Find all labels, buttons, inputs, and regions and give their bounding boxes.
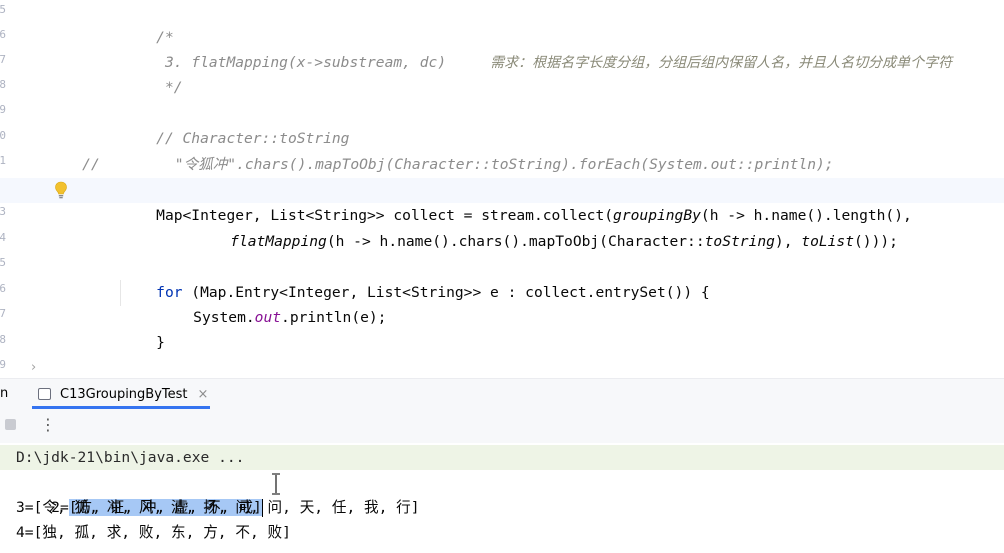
close-icon[interactable]: × (198, 387, 209, 402)
comment: toString (490, 156, 562, 173)
line-number: 7 (0, 53, 6, 66)
line-number: 8 (0, 78, 6, 91)
line-number: 9 (0, 358, 6, 371)
fold-chevron-icon[interactable]: › (31, 360, 36, 375)
line-number: 6 (0, 282, 6, 295)
run-tool-window-header: n C13GroupingByTest × (0, 378, 1004, 410)
console-command-line: D:\jdk-21\bin\java.exe ... (0, 445, 1004, 470)
tab-label: C13GroupingByTest (60, 386, 188, 402)
code-editor[interactable]: 5 6 7 8 9 0 1 2 3 4 5 6 7 8 9 /* 3. flat… (0, 0, 1004, 378)
comment: (System.out::println); (640, 156, 834, 173)
code-line[interactable]: flatMapping(h -> h.name().chars().mapToO… (195, 204, 898, 250)
code-line[interactable]: // "令狐冲".chars().mapToObj(Character::toSt… (47, 127, 833, 173)
method-call: flatMapping (230, 233, 327, 250)
code-line[interactable]: } (121, 305, 165, 351)
comment-note: 需求：根据名字长度分组，分组后组内保留人名，并且人名切分成单个字符 (490, 55, 953, 71)
comment: */ (156, 79, 183, 96)
line-number: 5 (0, 3, 6, 16)
code-line[interactable]: /* (121, 0, 174, 46)
code-text: .println(e); (281, 309, 387, 326)
code-text: (h -> h.name().chars().mapToObj(Characte… (326, 233, 705, 250)
line-number: 6 (0, 28, 6, 41)
comment: ). (561, 156, 579, 173)
lightbulb-icon[interactable] (54, 181, 68, 199)
stop-icon[interactable] (5, 419, 16, 430)
line-number: 4 (0, 231, 6, 244)
code-text: ())); (854, 233, 898, 250)
line-number: 0 (0, 129, 6, 142)
console-output-line[interactable]: 4=[独, 孤, 求, 败, 东, 方, 不, 败] (16, 520, 291, 545)
console-output[interactable]: D:\jdk-21\bin\java.exe ... 2=[方, 证, 冲, 虚… (0, 443, 1004, 553)
text-cursor-icon (272, 473, 280, 495)
line-number: 9 (0, 103, 6, 116)
code-line[interactable]: System.out.println(e); (158, 280, 386, 326)
code-line[interactable]: 3. flatMapping(x->substream, dc) 需求：根据名字长… (121, 25, 952, 71)
method-call: toList (801, 233, 854, 250)
more-options-icon[interactable]: ⋮ (40, 415, 56, 435)
line-number: 5 (0, 256, 6, 269)
run-config-icon (38, 388, 51, 400)
console-output-line[interactable]: 2=[方, 证, 冲, 虚, 不, 戒] (16, 470, 263, 517)
line-number: 7 (0, 307, 6, 320)
line-comment-marker: // (82, 156, 100, 173)
console-output-line[interactable]: 3=[令, 狐, 冲, 风, 清, 扬, 问, 问, 天, 任, 我, 行] (16, 495, 420, 520)
comment: .chars().mapToObj(Character:: (236, 156, 491, 173)
comment-string: "令狐冲" (174, 156, 237, 173)
code-text: ), (774, 233, 802, 250)
line-number: 8 (0, 333, 6, 346)
run-toolbar: ⋮ (0, 409, 1004, 444)
line-number: 3 (0, 205, 6, 218)
static-field: out (254, 309, 282, 326)
tool-window-title: n (0, 386, 9, 401)
code-line[interactable]: for (Map.Entry<Integer, List<String>> e … (121, 255, 710, 301)
comment: 3. flatMapping(x->substream, dc) (156, 54, 447, 71)
method-ref: toString (704, 233, 775, 250)
code-text: System. (193, 309, 255, 326)
folded-code-block[interactable]: /*...*/ (121, 356, 218, 378)
code-line[interactable]: */ (121, 50, 183, 96)
code-line[interactable]: Map<Integer, List<String>> collect = str… (121, 178, 912, 224)
code-text: } (156, 334, 165, 351)
line-number: 1 (0, 154, 6, 167)
tab-c13groupingbytest[interactable]: C13GroupingByTest × (30, 379, 216, 409)
code-line[interactable]: // Character::toString (121, 101, 349, 147)
comment: forEach (578, 156, 641, 173)
